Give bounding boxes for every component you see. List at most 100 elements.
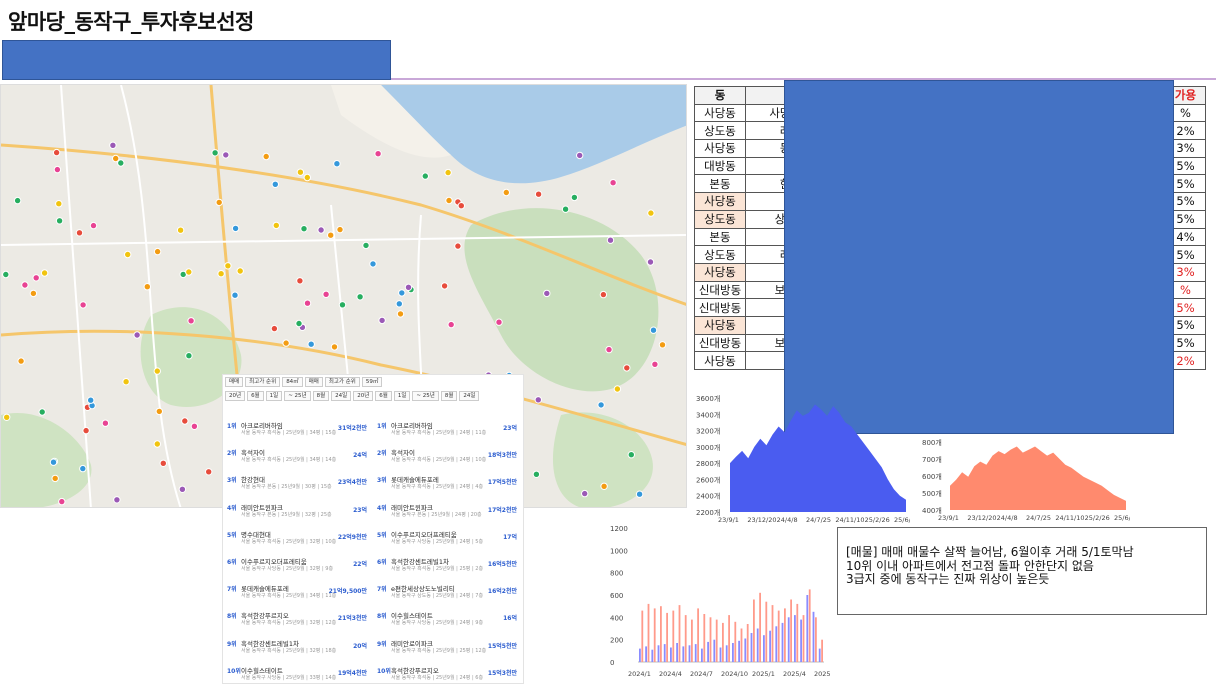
list-item[interactable]: 5위 이수푸르지오더프레티움 서울 동작구 사당동 | 25년9월 | 24평 | …	[377, 528, 519, 555]
apartment-marker-icon	[336, 225, 344, 234]
ranking-number: 8위	[377, 613, 387, 621]
ranking-number: 1위	[227, 423, 237, 430]
apartment-marker-icon	[296, 168, 305, 176]
filter-dropdown[interactable]: 6월	[247, 391, 264, 401]
apartment-marker-icon	[49, 458, 58, 466]
filter-dropdown[interactable]: ~ 25년	[412, 391, 439, 401]
apartment-marker-icon	[532, 470, 541, 478]
filter-dropdown[interactable]: 59㎡	[361, 377, 383, 387]
apartment-info: 서울 동작구 흑석동 | 25년9월 | 24평 | 10층	[391, 457, 487, 464]
apartment-marker-icon	[647, 209, 655, 217]
list-item[interactable]: 9위 래미안로이파크 서울 동작구 흑석동 | 25년9월 | 25평 | 12층 1…	[377, 637, 519, 664]
bar	[763, 635, 765, 662]
list-item[interactable]: 10위 흑석한강푸르지오 서울 동작구 흑석동 | 25년9월 | 24평 | 6층…	[377, 664, 519, 684]
bar	[722, 622, 724, 662]
apartment-marker-icon	[211, 149, 219, 157]
list-item[interactable]: 7위 롯데캐슬에듀포레 서울 동작구 흑석동 | 25년9월 | 34평 | 11층…	[227, 582, 369, 609]
filter-dropdown[interactable]: 24일	[331, 391, 352, 401]
apartment-marker-icon	[143, 283, 152, 291]
filter-dropdown[interactable]: ~ 25년	[284, 391, 311, 401]
apartment-marker-icon	[79, 464, 87, 473]
bar	[732, 643, 734, 662]
filter-dropdown[interactable]: 6월	[375, 391, 392, 401]
apartment-marker-icon	[317, 226, 325, 234]
list-item[interactable]: 7위 e편한세상상도노빌리티 서울 동작구 상도동 | 25년9월 | 24평 | …	[377, 582, 519, 609]
apartment-marker-icon	[215, 198, 223, 207]
bar	[794, 615, 796, 662]
bar	[703, 614, 706, 662]
filter-dropdown[interactable]: 24일	[459, 391, 480, 401]
list-item[interactable]: 4위 래미안트윈파크 서울 동작구 본동 | 25년9월 | 24평 | 20층 17…	[377, 501, 519, 528]
y-tick-label: 400	[610, 614, 623, 622]
x-tick-label: 23/12/20	[967, 514, 996, 522]
apartment-marker-icon	[231, 224, 240, 233]
list-item[interactable]: 5위 명수대현대 서울 동작구 흑석동 | 25년9월 | 32평 | 10층 22억…	[227, 528, 369, 555]
apartment-marker-icon	[109, 141, 117, 149]
list-item[interactable]: 10위 이수힐스테이트 서울 동작구 사당동 | 25년9월 | 33평 | 14층…	[227, 664, 369, 684]
analysis-note: [매물] 매매 매물수 살짝 늘어남, 6월이후 거래 5/1토막남 10위 이…	[837, 527, 1207, 615]
apartment-marker-icon	[113, 496, 121, 504]
list-item[interactable]: 2위 흑석자이 서울 동작구 흑석동 | 25년9월 | 34평 | 14층 24억	[227, 446, 369, 473]
x-tick-label: 23/9/1	[938, 514, 959, 522]
bar	[765, 601, 768, 662]
list-item[interactable]: 3위 롯데캐슬에듀포레 서울 동작구 흑석동 | 25년9월 | 24평 | 4층 1…	[377, 473, 519, 500]
list-item[interactable]: 2위 흑석자이 서울 동작구 흑석동 | 25년9월 | 24평 | 10층 18억3…	[377, 446, 519, 473]
bar	[713, 639, 716, 662]
apartment-marker-icon	[270, 324, 279, 333]
apartment-price: 21억3천만	[337, 615, 367, 623]
apartment-marker-icon	[303, 299, 312, 307]
x-tick-label: 24/11/10	[835, 516, 864, 524]
filter-dropdown[interactable]: 20년	[225, 391, 246, 401]
x-tick-label: 25/6/15	[894, 516, 910, 524]
ranking-number: 4위	[377, 504, 387, 512]
ranking-filter-row: 매매 최고가 순위 84㎡ 매매 최고가 순위 59㎡	[223, 375, 523, 389]
list-item[interactable]: 3위 한강현대 서울 동작구 본동 | 25년9월 | 30평 | 15층 23억4천…	[227, 473, 369, 500]
filter-dropdown[interactable]: 8월	[312, 391, 330, 401]
title-cover-box	[2, 40, 391, 80]
bar	[684, 615, 687, 662]
cell-dong: 대방동	[694, 156, 746, 176]
filter-dropdown[interactable]: 최고가 순위	[324, 377, 360, 387]
list-item[interactable]: 9위 흑석한강센트레빌1차 서울 동작구 흑석동 | 25년9월 | 32평 | 1…	[227, 637, 369, 664]
x-tick-label: 24/11/10	[1055, 514, 1084, 522]
list-item[interactable]: 6위 이수푸르지오더프레티움 서울 동작구 사당동 | 25년9월 | 32평 | …	[227, 555, 369, 582]
filter-dropdown[interactable]: 8월	[440, 391, 458, 401]
list-item[interactable]: 1위 아크로리버하임 서울 동작구 흑석동 | 25년9월 | 24평 | 11층 2…	[377, 419, 519, 446]
apartment-marker-icon	[153, 367, 162, 375]
apartment-marker-icon	[159, 459, 168, 467]
filter-dropdown[interactable]: 매매	[225, 377, 244, 387]
filter-dropdown[interactable]: 매매	[304, 377, 323, 387]
bar	[639, 648, 641, 662]
apartment-marker-icon	[2, 413, 11, 421]
bar	[818, 648, 821, 662]
list-item[interactable]: 8위 흑석한강푸르지오 서울 동작구 흑석동 | 25년9월 | 32평 | 12층…	[227, 609, 369, 636]
apartment-marker-icon	[52, 148, 61, 157]
filter-dropdown[interactable]: 20년	[353, 391, 374, 401]
bar	[756, 628, 759, 662]
list-item[interactable]: 1위 아크로리버하임 서울 동작구 흑석동 | 25년9월 | 34평 | 15층 3…	[227, 419, 369, 446]
bar	[784, 608, 786, 662]
trade-bar-chart: 1200 1000 800 600 400 200 0 2024/1 2024/4 2024/7 2…	[610, 525, 830, 678]
bar	[694, 644, 697, 662]
apartment-marker-icon	[155, 407, 164, 416]
apartment-marker-icon	[396, 310, 405, 318]
list-item[interactable]: 6위 흑석한강센트레빌1차 서울 동작구 흑석동 | 25년9월 | 25평 | 2…	[377, 555, 519, 582]
apartment-marker-icon	[398, 289, 406, 297]
ranking-number: 10위	[227, 667, 241, 675]
cell-dong: 사당동	[694, 351, 746, 370]
apartment-marker-icon	[502, 188, 510, 197]
apartment-info: 서울 동작구 본동 | 25년9월 | 24평 | 20층	[391, 511, 482, 518]
list-item[interactable]: 4위 래미안트윈파크 서울 동작구 본동 | 25년9월 | 32평 | 25층 23…	[227, 501, 369, 528]
filter-dropdown[interactable]: 최고가 순위	[245, 377, 281, 387]
apartment-marker-icon	[651, 360, 659, 368]
list-item[interactable]: 8위 이수힐스테이트 서울 동작구 사당동 | 25년9월 | 24평 | 9층 16…	[377, 609, 519, 636]
bar	[653, 608, 656, 662]
y-tick-label: 500개	[922, 489, 942, 498]
y-tick-label: 3200개	[696, 427, 720, 436]
bar	[670, 647, 672, 662]
apartment-price: 22억	[353, 560, 367, 568]
bar	[802, 615, 805, 662]
filter-dropdown[interactable]: 1일	[265, 391, 283, 401]
filter-dropdown[interactable]: 1일	[393, 391, 411, 401]
filter-dropdown[interactable]: 84㎡	[282, 377, 303, 387]
